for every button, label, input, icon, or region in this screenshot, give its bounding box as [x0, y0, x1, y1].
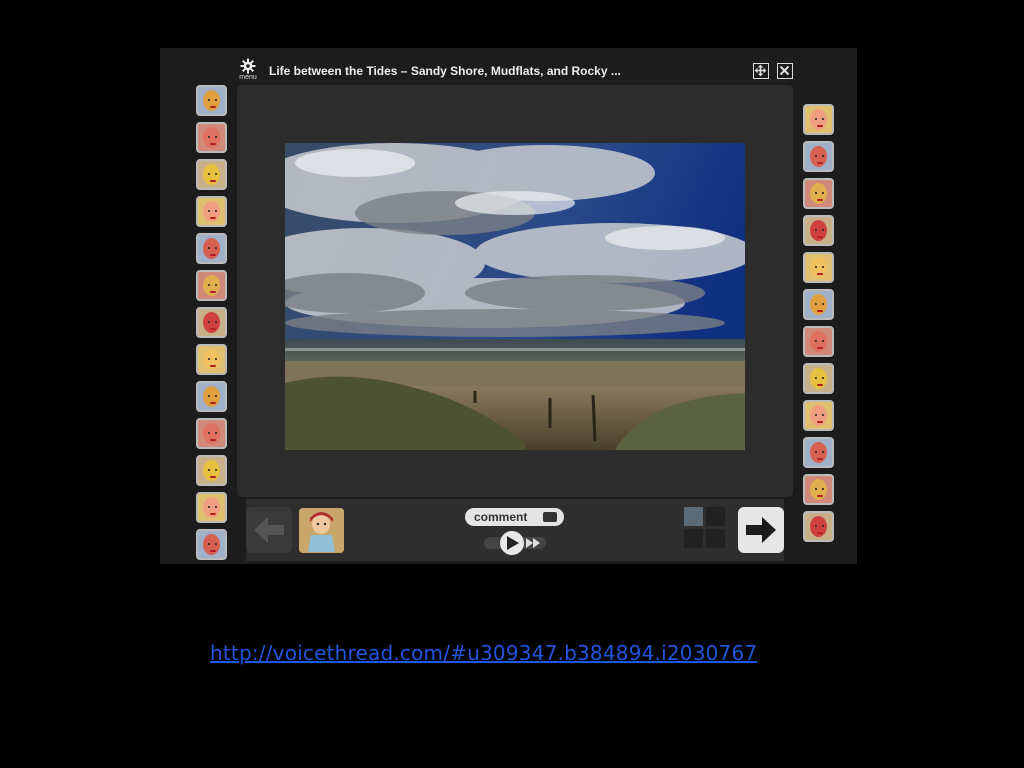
commenter-avatar[interactable] — [196, 344, 227, 375]
voicethread-player: menu Life between the Tides – Sandy Shor… — [160, 48, 857, 564]
commenter-avatar[interactable] — [803, 252, 834, 283]
player-title-bar: menu Life between the Tides – Sandy Shor… — [160, 48, 857, 88]
arrow-right-icon — [746, 517, 776, 543]
commenter-avatar[interactable] — [196, 455, 227, 486]
gear-icon — [240, 58, 256, 74]
thumbnail-grid-icon — [684, 507, 726, 553]
comment-label: comment — [474, 510, 528, 524]
playback-controls: comment — [246, 499, 784, 561]
commenter-avatar[interactable] — [803, 437, 834, 468]
commenter-avatar[interactable] — [196, 381, 227, 412]
commenter-avatar[interactable] — [196, 122, 227, 153]
previous-slide-button[interactable] — [246, 507, 292, 558]
commenter-avatar[interactable] — [803, 511, 834, 542]
speech-bubble-icon — [543, 512, 557, 522]
grid-thumb — [706, 507, 725, 526]
grid-thumb — [684, 507, 703, 526]
slide-photo — [285, 143, 745, 450]
commenter-avatar[interactable] — [803, 326, 834, 357]
commenter-avatar[interactable] — [803, 215, 834, 246]
commenter-avatar[interactable] — [803, 363, 834, 394]
commenter-avatar[interactable] — [803, 474, 834, 505]
voicethread-link[interactable]: http://voicethread.com/#u309347.b384894.… — [210, 641, 757, 665]
playback-group — [482, 530, 552, 556]
commenter-avatar[interactable] — [196, 196, 227, 227]
comment-button[interactable]: comment — [465, 508, 564, 526]
grid-thumb — [706, 529, 725, 548]
commenter-avatar[interactable] — [196, 159, 227, 190]
commenter-avatar[interactable] — [803, 289, 834, 320]
close-icon — [779, 65, 790, 76]
grid-thumb — [684, 529, 703, 548]
commenter-avatar[interactable] — [196, 418, 227, 449]
commenter-avatar[interactable] — [196, 270, 227, 301]
close-button[interactable] — [777, 63, 793, 79]
menu-label: menu — [239, 74, 257, 81]
commenter-avatar[interactable] — [803, 178, 834, 209]
commenter-avatar[interactable] — [196, 492, 227, 523]
commenter-avatar[interactable] — [803, 400, 834, 431]
presentation-title: Life between the Tides – Sandy Shore, Mu… — [269, 64, 621, 78]
commenter-avatar[interactable] — [803, 104, 834, 135]
current-commenter-avatar[interactable] — [299, 508, 344, 553]
commenter-avatar[interactable] — [196, 307, 227, 338]
expand-icon — [754, 64, 767, 77]
arrow-left-icon — [246, 507, 292, 553]
commenter-avatar[interactable] — [196, 233, 227, 264]
thumbnail-grid-button[interactable] — [684, 507, 726, 553]
play-icon[interactable] — [500, 531, 524, 555]
commenter-avatar[interactable] — [803, 141, 834, 172]
commenter-avatar[interactable] — [196, 85, 227, 116]
expand-button[interactable] — [753, 63, 769, 79]
menu-button[interactable]: menu — [236, 58, 260, 84]
next-slide-button[interactable] — [738, 507, 784, 553]
commenter-avatar[interactable] — [196, 529, 227, 560]
